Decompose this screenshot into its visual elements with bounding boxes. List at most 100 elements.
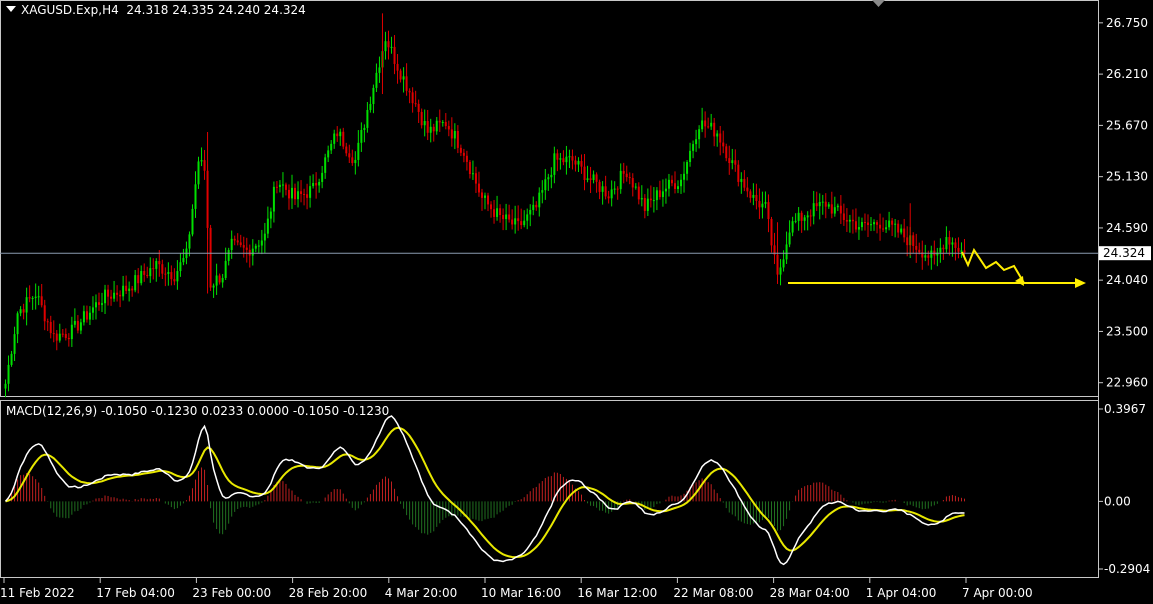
candle-body [339, 131, 342, 137]
candle-body [595, 174, 598, 182]
candle-body [583, 166, 586, 180]
candle-body [939, 247, 942, 253]
candle-body [272, 186, 275, 212]
candle-body [104, 289, 107, 304]
candle-body [122, 285, 125, 297]
candle-body [28, 297, 31, 299]
candle-body [740, 178, 743, 182]
candle-body [677, 186, 680, 189]
chart-header: XAGUSD.Exp,H4 24.318 24.335 24.240 24.32… [6, 3, 306, 17]
candle-body [173, 279, 176, 282]
dropdown-triangle-icon[interactable] [6, 6, 16, 12]
candle-body [294, 187, 297, 200]
candle-body [924, 255, 927, 258]
candle-body [797, 212, 800, 221]
candle-body [544, 179, 547, 191]
macd-main-line [4, 415, 965, 566]
candle-body [664, 188, 667, 192]
time-tick-label: 10 Mar 16:00 [481, 586, 561, 600]
candle-body [559, 158, 562, 160]
candle-body [948, 237, 951, 245]
candle-body [197, 161, 200, 185]
candle-body [833, 207, 836, 214]
candle-body [803, 217, 806, 221]
candle-body [915, 245, 918, 250]
candle-body [782, 259, 785, 268]
candle-body [242, 245, 245, 248]
candle-body [622, 170, 625, 174]
candle-body [894, 223, 897, 225]
time-tick-label: 23 Feb 00:00 [192, 586, 271, 600]
candle-body [453, 130, 456, 139]
candle-body [900, 228, 903, 233]
candle-body [683, 173, 686, 180]
candle-body [200, 160, 203, 162]
candle-body [19, 309, 22, 314]
candle-body [402, 76, 405, 80]
time-tick-label: 7 Apr 00:00 [962, 586, 1033, 600]
candle-body [91, 307, 94, 313]
candle-body [269, 211, 272, 219]
candle-body [447, 126, 450, 130]
candle-body [224, 260, 227, 278]
candle-body [369, 104, 372, 110]
candle-body [266, 218, 269, 234]
macd-axis: 0.3967 0.00 -0.2904 [1098, 402, 1150, 576]
candle-body [535, 204, 538, 208]
candle-body [526, 214, 529, 221]
candle-body [957, 247, 960, 252]
candle-body [487, 195, 490, 205]
candle-body [88, 312, 91, 320]
candle-body [734, 160, 737, 165]
candle-body [146, 274, 149, 277]
candle-body [468, 161, 471, 174]
candle-body [227, 250, 230, 261]
candle-body [692, 144, 695, 151]
candle-body [384, 41, 387, 52]
candle-body [230, 238, 233, 251]
time-tick-label: 22 Mar 08:00 [673, 586, 753, 600]
candle-body [857, 227, 860, 230]
price-tick-label: 24.040 [1106, 273, 1148, 287]
candle-body [752, 194, 755, 198]
candle-body [860, 222, 863, 228]
price-tick-label: 26.750 [1106, 16, 1148, 30]
candle-body [360, 129, 363, 143]
candle-body [297, 191, 300, 200]
candle-body [737, 164, 740, 182]
candle-body [471, 173, 474, 175]
candle-body [245, 247, 248, 250]
candle-body [176, 271, 179, 282]
candle-body [462, 152, 465, 156]
candle-body [309, 186, 312, 198]
candle-body [667, 179, 670, 189]
candle-body [396, 63, 399, 71]
price-chart[interactable]: 26.750 26.210 25.670 25.130 24.590 24.040 23.5… [0, 0, 1153, 604]
macd-lines [4, 415, 965, 566]
candle-body [800, 212, 803, 221]
macd-header: MACD(12,26,9) -0.1050 -0.1230 0.0233 0.0… [6, 404, 389, 418]
candle-body [876, 222, 879, 225]
candle-body [137, 275, 140, 284]
candle-body [785, 244, 788, 260]
candle-body [604, 186, 607, 197]
candle-body [821, 201, 824, 203]
scroll-marker-icon[interactable] [872, 0, 885, 7]
candle-body [49, 321, 52, 334]
price-tick-label: 25.670 [1106, 118, 1148, 132]
candle-body [348, 153, 351, 158]
candle-body [330, 143, 333, 151]
candle-body [731, 160, 734, 164]
candle-body [22, 309, 25, 313]
candle-body [758, 200, 761, 208]
candle-body [598, 181, 601, 192]
candle-body [499, 208, 502, 216]
candle-body [345, 146, 348, 154]
candle-body [423, 121, 426, 126]
candle-body [128, 288, 131, 291]
candle-body [658, 190, 661, 198]
symbol-label: XAGUSD.Exp,H4 [21, 3, 119, 17]
candle-body [188, 234, 191, 249]
current-price-label: 24.324 [1103, 246, 1145, 260]
candle-body [275, 186, 278, 188]
